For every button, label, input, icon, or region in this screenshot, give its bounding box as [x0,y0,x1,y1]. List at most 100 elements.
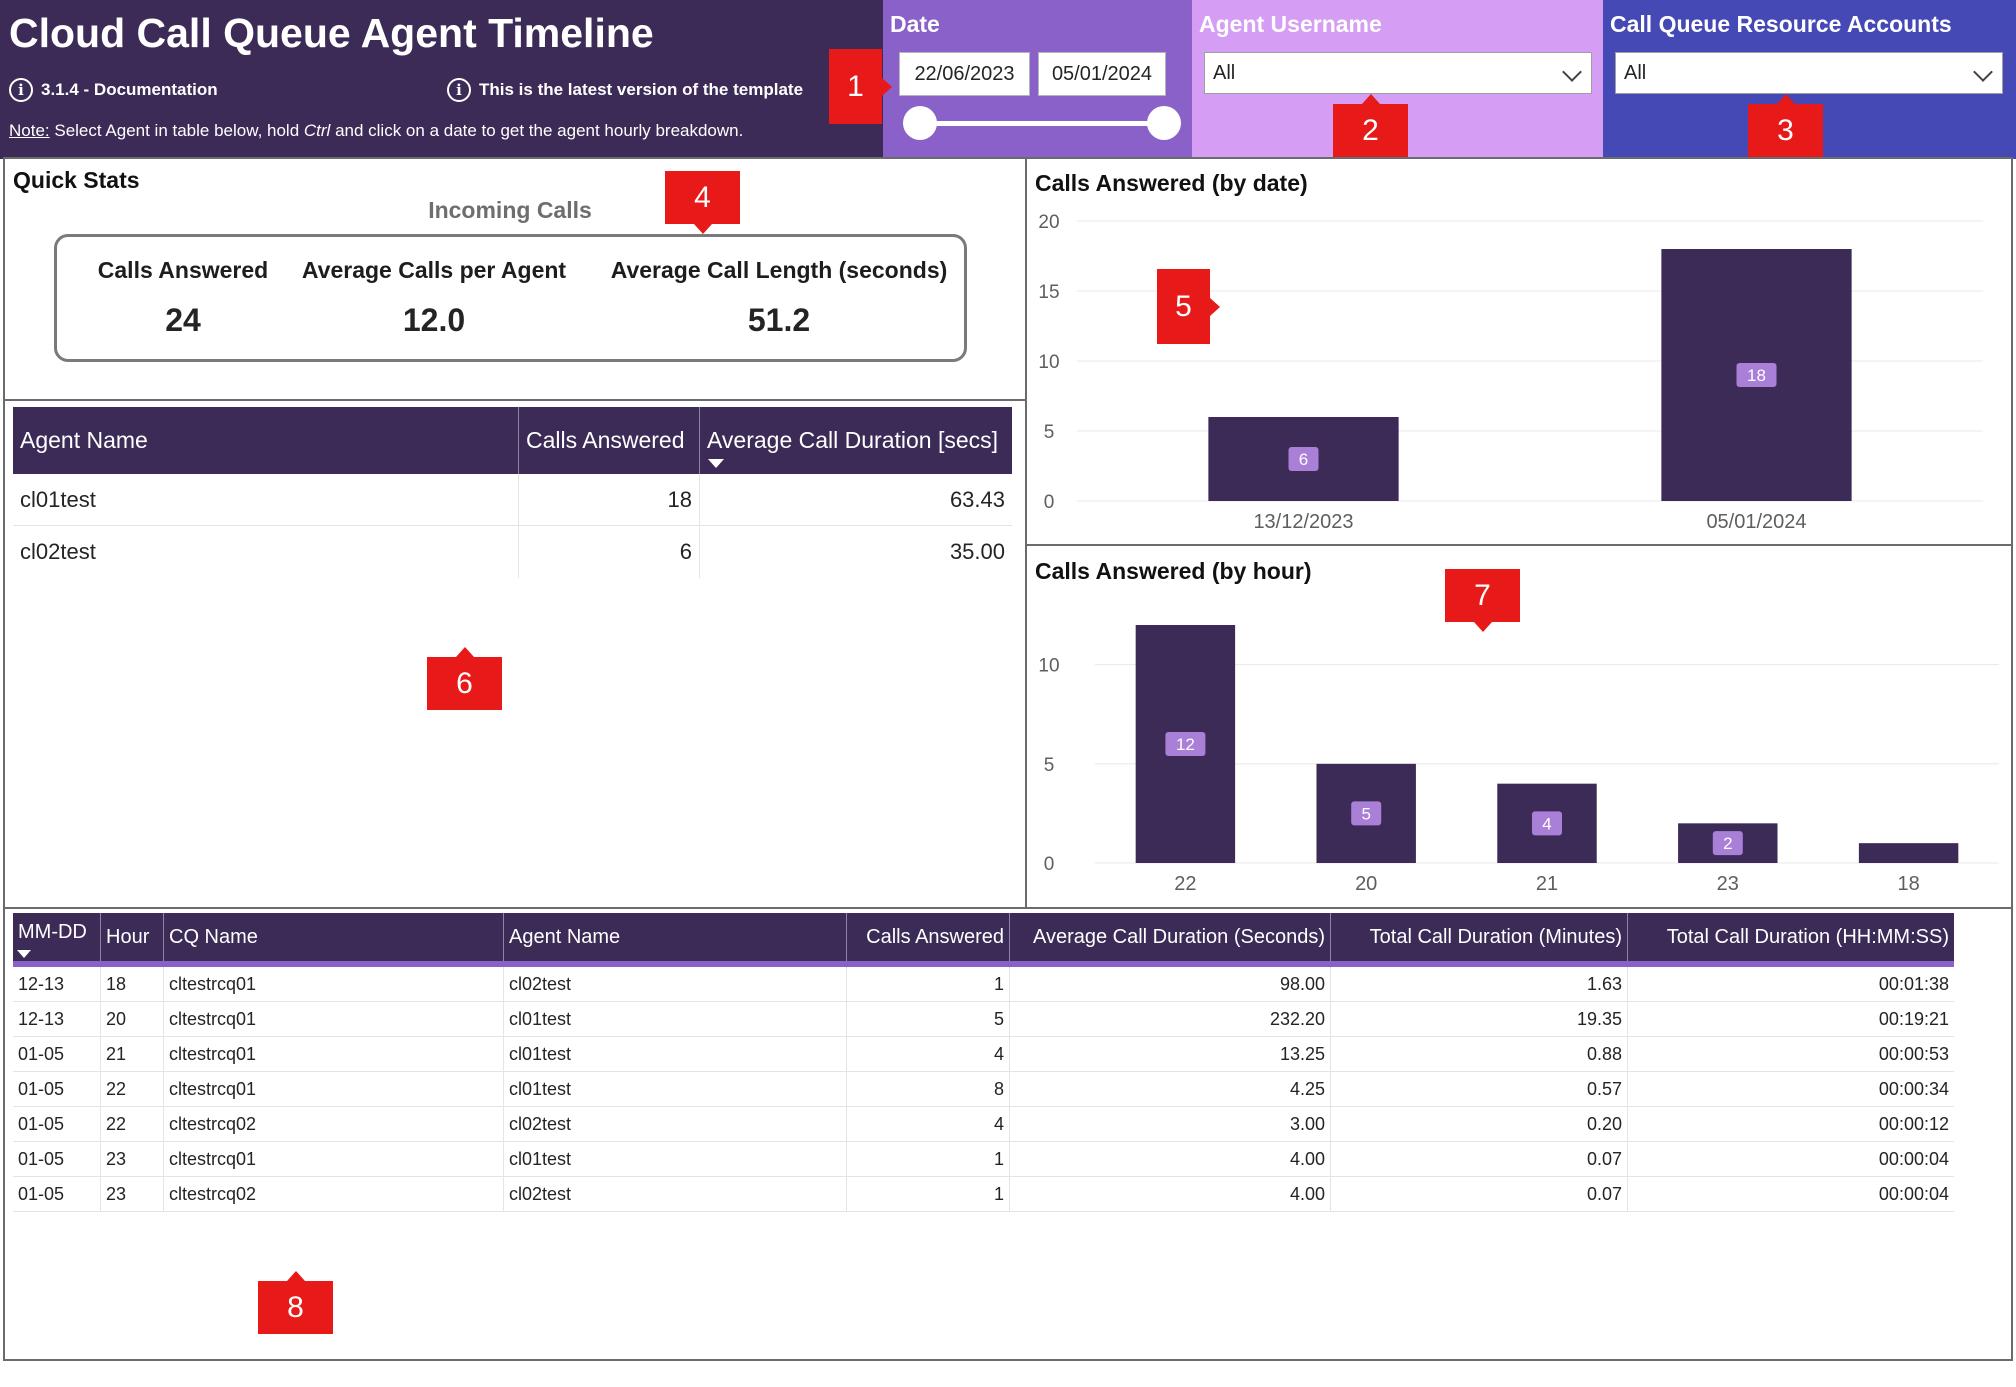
cell-total-call-duration-hhmmss: 00:00:12 [1878,1113,1949,1134]
kpi-value: 12.0 [402,302,466,338]
cell-total-call-duration-minutes: 19.35 [1331,1002,1628,1036]
column-header-calls-answered[interactable]: Calls Answered [519,407,700,474]
agent-table-header: Agent Name Calls Answered Average Call D… [13,407,1012,474]
table-row[interactable]: 01-05 21 cltestrcq01 cl01test 4 13.25 0.88 00:0… [13,1037,1954,1072]
callout-badge-1: 1 [829,49,892,124]
cell-cq-name: cltestrcq01 [164,1142,504,1176]
kpi-label: Calls Answered [97,257,269,283]
cell-calls-answered: 5 [847,1002,1010,1036]
table-row[interactable]: 01-05 23 cltestrcq02 cl02test 1 4.00 0.07 00:00… [13,1177,1954,1212]
x-tick-label: 18 [1897,873,1919,895]
column-header-total-call-duration-hhmmss[interactable]: Total Call Duration (HH:MM:SS) [1628,913,1954,961]
agent-table: Agent Name Calls Answered Average Call D… [13,407,1012,578]
cell-average-call-duration-seconds: 3.00 [1010,1107,1331,1141]
callout-badge-4: 4 [665,171,740,234]
chart-calls-by-date: 0 5 10 15 20 6 13/12/2023 18 05/01/2024 [1038,212,1983,533]
kpi-value: 51.2 [747,302,811,338]
cell-average-call-duration-seconds: 4.00 [1010,1177,1331,1211]
cell-hour: 18 [101,967,164,1001]
cq-dropdown-value: All [1624,61,1647,84]
cell-agent-name: cl01test [504,1142,847,1176]
y-tick-label: 5 [1044,755,1055,776]
quick-stats-title: Quick Stats [13,167,140,193]
y-tick-label: 20 [1038,212,1059,233]
note-text-post: and click on a date to get the agent hou… [330,121,744,140]
cell-total-call-duration-minutes: 1.63 [1331,967,1628,1001]
callout-badge-7: 7 [1445,569,1520,632]
date-end-input[interactable]: 05/01/2024 [1038,52,1166,96]
table-row[interactable]: 01-05 22 cltestrcq01 cl01test 8 4.25 0.57 00:00… [13,1072,1954,1107]
documentation-link[interactable]: i 3.1.4 - Documentation [9,78,218,102]
cell-agent-name: cl02test [504,967,847,1001]
cell-calls-answered: 1 [847,967,1010,1001]
cell-total-call-duration-minutes: 0.07 [1331,1177,1628,1211]
cq-dropdown[interactable]: All [1615,52,2003,94]
cell-agent-name: cl01test [504,1037,847,1071]
cell-mm-dd: 12-13 [13,1002,101,1036]
cell-hour: 23 [101,1142,164,1176]
cell-mm-dd: 12-13 [13,967,101,1001]
cell-hour: 22 [101,1072,164,1106]
cell-hour: 22 [101,1107,164,1141]
version-note[interactable]: i This is the latest version of the temp… [447,78,803,102]
cell-calls-answered: 8 [847,1072,1010,1106]
cell-total-call-duration-hhmmss: 00:19:21 [1878,1008,1949,1029]
cell-mm-dd: 01-05 [13,1072,101,1106]
kpi-average-calls-per-agent: Average Calls per Agent 12.0 [295,257,573,339]
table-row[interactable]: 12-13 20 cltestrcq01 cl01test 5 232.20 19.35 00… [13,1002,1954,1037]
cell-average-call-duration-seconds: 4.00 [1010,1142,1331,1176]
cell-cq-name: cltestrcq02 [164,1107,504,1141]
data-label: 4 [1542,814,1551,833]
date-slider-end-handle[interactable] [1147,106,1181,140]
table-row[interactable]: cl02test 6 35.00 [13,526,1012,578]
column-header-agent-name[interactable]: Agent Name [13,407,519,474]
table-row[interactable]: 12-13 18 cltestrcq01 cl02test 1 98.00 1.63 00:0… [13,967,1954,1002]
date-slider-track[interactable] [921,121,1165,126]
cell-agent-name: cl01test [13,474,519,525]
usage-note: Note: Select Agent in table below, hold … [9,121,743,141]
agent-dropdown[interactable]: All [1204,52,1592,94]
cell-cq-name: cltestrcq01 [164,1002,504,1036]
version-note-label: This is the latest version of the templa… [479,80,804,99]
table-row[interactable]: cl01test 18 63.43 [13,474,1012,526]
cq-filter-label: Call Queue Resource Accounts [1610,11,1952,37]
column-header-calls-answered[interactable]: Calls Answered [847,913,1010,961]
kpi-value: 24 [165,302,201,338]
cell-hour: 21 [101,1037,164,1071]
table-row[interactable]: 01-05 23 cltestrcq01 cl01test 1 4.00 0.07 00:00… [13,1142,1954,1177]
column-header-average-call-duration[interactable]: Average Call Duration [secs] [700,407,1012,474]
x-tick-label: 20 [1355,873,1377,895]
cell-average-call-duration-seconds: 98.00 [1010,967,1331,1001]
column-header-hour[interactable]: Hour [101,913,164,961]
date-start-input[interactable]: 22/06/2023 [899,52,1030,96]
cell-total-call-duration-hhmmss: 00:00:53 [1878,1043,1949,1064]
cell-cq-name: cltestrcq01 [164,1037,504,1071]
column-header-cq-name[interactable]: CQ Name [164,913,504,961]
cell-agent-name: cl02test [504,1177,847,1211]
date-slider-start-handle[interactable] [903,106,937,140]
data-label: 2 [1723,834,1732,853]
column-header-label: MM-DD [18,920,87,943]
cell-hour: 23 [101,1177,164,1211]
note-label: Note: [9,121,50,140]
kpi-average-call-length: Average Call Length (seconds) 51.2 [605,257,953,339]
cell-mm-dd: 01-05 [13,1107,101,1141]
kpi-label: Average Call Length (seconds) [610,257,948,283]
table-row[interactable]: 01-05 22 cltestrcq02 cl02test 4 3.00 0.20 00:00… [13,1107,1954,1142]
y-tick-label: 10 [1038,352,1059,373]
cell-calls-answered: 1 [847,1177,1010,1211]
page-title: Cloud Call Queue Agent Timeline [9,10,654,56]
detail-table-header: MM-DD Hour CQ Name Agent Name Calls Answ… [13,913,1954,967]
header-banner: Cloud Call Queue Agent Timeline i 3.1.4 … [0,0,883,159]
y-tick-label: 15 [1038,282,1059,303]
column-header-total-call-duration-minutes[interactable]: Total Call Duration (Minutes) [1331,913,1628,961]
data-label: 6 [1299,450,1308,469]
cell-total-call-duration-hhmmss: 00:01:38 [1878,973,1949,994]
data-label: 5 [1361,804,1370,823]
column-header-mm-dd[interactable]: MM-DD [13,913,101,961]
cell-average-call-duration: 35.00 [949,539,1005,564]
column-header-average-call-duration-seconds[interactable]: Average Call Duration (Seconds) [1010,913,1331,961]
kpi-calls-answered: Calls Answered 24 [93,257,273,339]
date-filter-label: Date [890,11,940,37]
column-header-agent-name[interactable]: Agent Name [504,913,847,961]
